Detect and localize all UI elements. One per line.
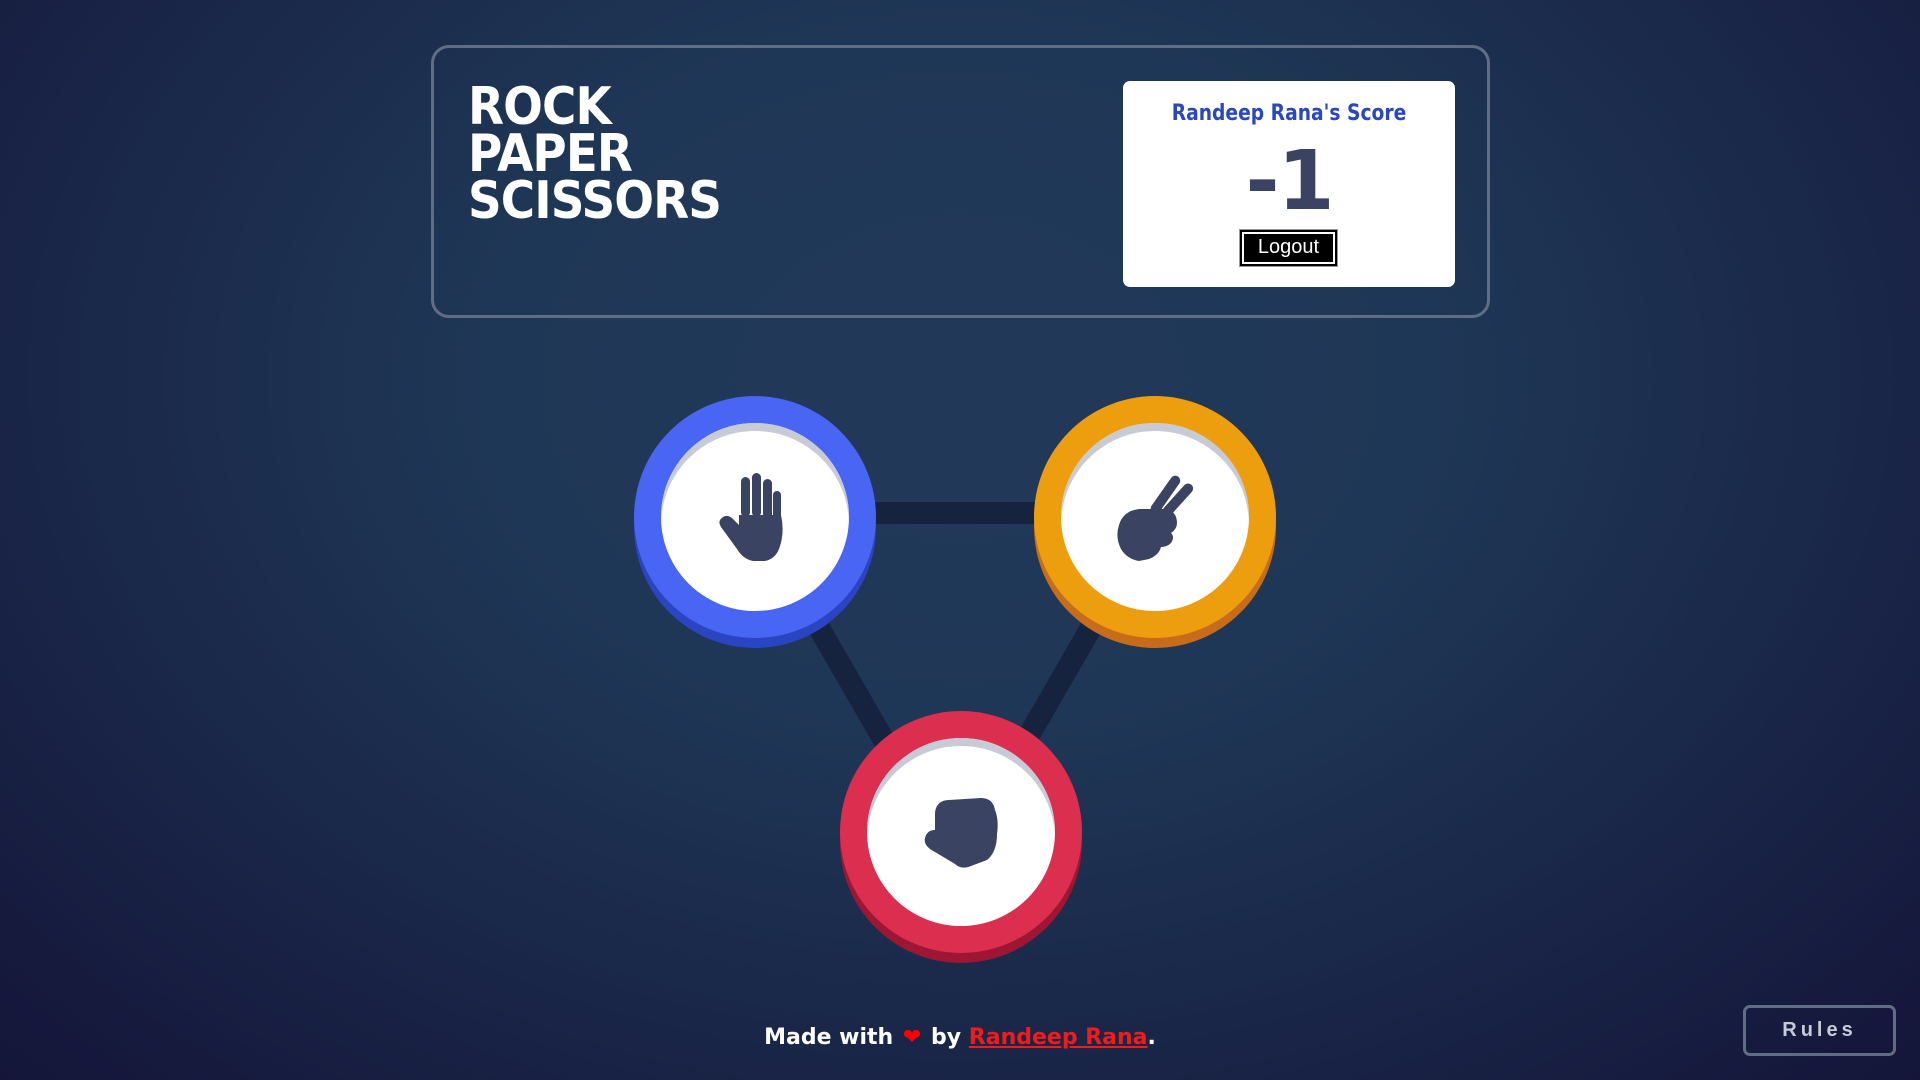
rules-button[interactable]: Rules	[1743, 1005, 1896, 1056]
heart-icon: ❤	[902, 1025, 922, 1050]
scissors-hand-icon	[1117, 475, 1194, 561]
scissors-button[interactable]	[1034, 396, 1276, 638]
rock-button[interactable]	[840, 711, 1082, 953]
paper-hand-icon	[719, 473, 783, 561]
footer-by: by	[931, 1025, 962, 1050]
footer-made-with: Made with	[764, 1025, 894, 1050]
paper-token-face	[661, 423, 849, 611]
footer-credit: Made with ❤ by Randeep Rana.	[0, 1025, 1920, 1050]
rock-token-face	[867, 738, 1055, 926]
scissors-token-face	[1061, 423, 1249, 611]
paper-button[interactable]	[634, 396, 876, 638]
rock-fist-icon	[924, 798, 998, 868]
author-link[interactable]: Randeep Rana	[969, 1025, 1148, 1050]
footer-period: .	[1147, 1025, 1156, 1050]
game-board	[0, 0, 1920, 1080]
